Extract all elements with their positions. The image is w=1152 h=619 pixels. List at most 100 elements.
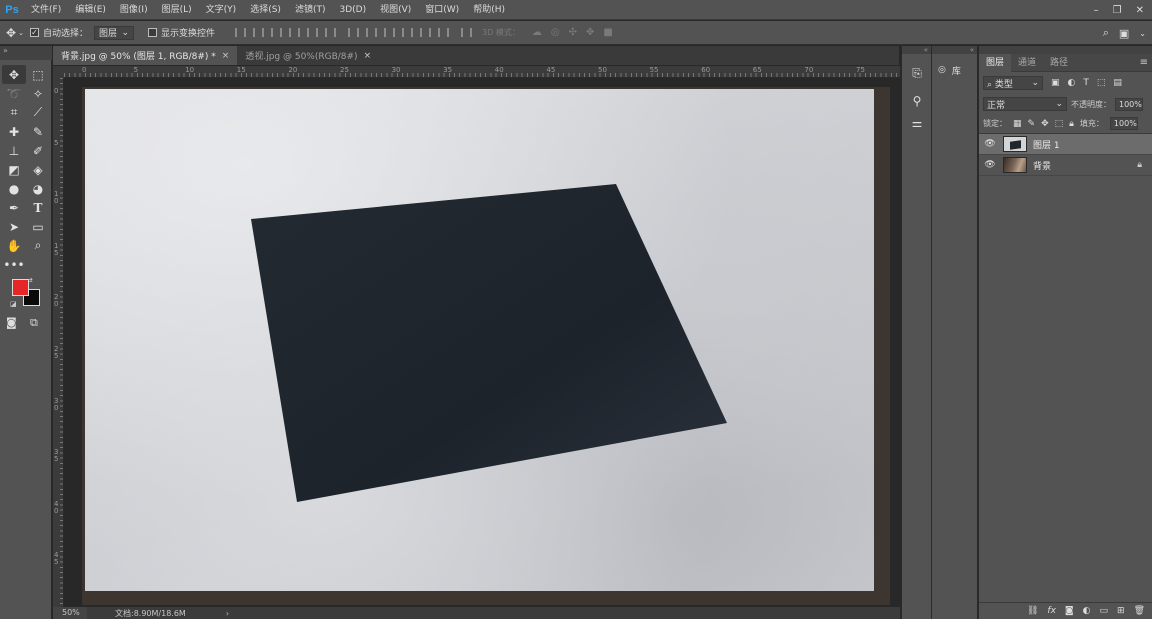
marquee-tool-icon[interactable]: ⬚ (26, 65, 50, 84)
lock-image-icon[interactable]: ✎ (1028, 119, 1036, 129)
magic-wand-icon[interactable]: ✧ (26, 84, 50, 103)
search-icon[interactable]: ⌕ (1103, 26, 1109, 40)
pen-tool-icon[interactable]: ✒ (2, 198, 26, 217)
vertical-ruler[interactable]: 0 5 1 0 1 5 2 0 2 5 3 0 3 5 4 0 4 5 (53, 78, 64, 608)
tab-paths[interactable]: 路径 (1043, 54, 1075, 72)
move-tool-icon[interactable]: ✥ (2, 65, 26, 84)
slide-3d-icon[interactable]: ✥ (586, 27, 594, 38)
align-left-icon[interactable] (287, 27, 301, 38)
horizontal-ruler[interactable]: 0 5 10 15 20 25 30 35 40 45 50 55 60 65 70 75 (64, 66, 900, 78)
filter-shape-icon[interactable]: ⬚ (1097, 78, 1106, 88)
new-layer-icon[interactable]: ⊞ (1117, 606, 1125, 616)
delete-layer-icon[interactable]: 🗑︎ (1134, 606, 1145, 616)
auto-align-layers-icon[interactable] (459, 27, 473, 38)
history-panel-icon[interactable]: ⎘ (902, 62, 932, 84)
layer-name[interactable]: 背景 (1033, 159, 1051, 172)
menu-window[interactable]: 窗口(W) (418, 0, 466, 20)
healing-brush-icon[interactable]: ✚ (2, 122, 26, 141)
crop-tool-icon[interactable]: ⌗ (2, 103, 26, 122)
quick-mask-icon[interactable]: ◙ (6, 316, 17, 329)
auto-select-target-dropdown[interactable]: 图层 ⌄ (94, 25, 135, 40)
link-layers-icon[interactable]: ⛓ (1027, 606, 1038, 616)
visibility-eye-icon[interactable]: 👁︎ (979, 139, 1001, 149)
shape-tool-icon[interactable]: ▭ (26, 217, 50, 236)
library-button[interactable]: ◎ 库 (932, 62, 977, 78)
align-hcenter-icon[interactable] (305, 27, 319, 38)
filter-type-icon[interactable]: T (1083, 78, 1089, 88)
lock-all-icon[interactable]: 🔒︎ (1069, 119, 1074, 129)
move-tool-preset-icon[interactable]: ✥ ⌄ (0, 21, 30, 45)
show-transform-checkbox[interactable] (148, 28, 158, 37)
distribute-left-icon[interactable] (400, 27, 414, 38)
dodge-tool-icon[interactable]: ◕ (26, 179, 50, 198)
visibility-eye-icon[interactable]: 👁︎ (979, 160, 1001, 170)
tab-background-doc[interactable]: 背景.jpg @ 50% (图层 1, RGB/8#) * × (53, 46, 238, 65)
zoom-tool-icon[interactable]: ⌕ (26, 236, 50, 255)
toolbar-grip[interactable]: » (0, 46, 52, 60)
minimize-button[interactable]: – (1094, 5, 1099, 16)
blur-tool-icon[interactable]: ● (2, 179, 26, 198)
distribute-vcenter-icon[interactable] (364, 27, 378, 38)
chevron-down-icon[interactable]: ⌄ (1139, 29, 1146, 38)
new-group-icon[interactable]: ▭ (1100, 606, 1109, 616)
menu-select[interactable]: 选择(S) (243, 0, 288, 20)
distribute-right-icon[interactable] (436, 27, 450, 38)
distribute-hcenter-icon[interactable] (418, 27, 432, 38)
layer-filter-dropdown[interactable]: ⌕ 类型 ⌄ (983, 76, 1043, 90)
path-selection-icon[interactable]: ➤ (2, 217, 26, 236)
tab-layers[interactable]: 图层 (979, 53, 1012, 72)
layer-row-layer1[interactable]: 👁︎ 图层 1 (979, 134, 1152, 155)
brush-tool-icon[interactable]: ✎ (26, 122, 50, 141)
auto-select-option[interactable]: ✓ 自动选择： (30, 26, 88, 39)
add-mask-icon[interactable]: ◙ (1065, 606, 1074, 616)
pan-3d-icon[interactable]: ✣ (569, 27, 577, 38)
auto-select-checkbox[interactable]: ✓ (30, 28, 39, 37)
document-canvas[interactable] (85, 89, 874, 591)
menu-type[interactable]: 文字(Y) (199, 0, 244, 20)
tab-channels[interactable]: 通道 (1011, 54, 1043, 72)
workspace-icon[interactable]: ▣ (1119, 27, 1129, 40)
close-icon[interactable]: × (364, 51, 372, 61)
panel-grip[interactable]: « (932, 46, 977, 54)
type-tool-icon[interactable]: T (26, 198, 50, 217)
lock-position-icon[interactable]: ✥ (1041, 119, 1049, 129)
close-icon[interactable]: × (222, 51, 230, 61)
paint-bucket-icon[interactable]: ◈ (26, 160, 50, 179)
lock-artboard-icon[interactable]: ⬚ (1055, 119, 1064, 129)
lock-transparent-icon[interactable]: ▦ (1013, 119, 1022, 129)
menu-edit[interactable]: 编辑(E) (68, 0, 113, 20)
lasso-tool-icon[interactable]: ➰ (2, 84, 26, 103)
scale-3d-icon[interactable]: ■ (603, 27, 612, 38)
roll-3d-icon[interactable]: ◎ (551, 27, 560, 38)
orbit-3d-icon[interactable]: ☁ (532, 27, 542, 38)
foreground-color-swatch[interactable] (12, 279, 29, 296)
distribute-bottom-icon[interactable] (382, 27, 396, 38)
zoom-level[interactable]: 50% (53, 607, 87, 619)
fill-field[interactable]: 100% (1109, 117, 1138, 130)
layer-style-icon[interactable]: fx (1047, 606, 1056, 616)
screen-mode-icon[interactable]: ⧉ (30, 316, 38, 330)
menu-layer[interactable]: 图层(L) (155, 0, 199, 20)
menu-view[interactable]: 视图(V) (373, 0, 418, 20)
filter-adjustment-icon[interactable]: ◐ (1068, 78, 1076, 88)
align-bottom-icon[interactable] (269, 27, 283, 38)
menu-image[interactable]: 图像(I) (113, 0, 155, 20)
close-window-button[interactable]: ✕ (1136, 5, 1144, 16)
restore-button[interactable]: ❐ (1113, 5, 1122, 16)
align-top-icon[interactable] (233, 27, 247, 38)
clone-stamp-icon[interactable]: ⊥ (2, 141, 26, 160)
history-brush-icon[interactable]: ✐ (26, 141, 50, 160)
eyedropper-icon[interactable]: ⟋ (26, 103, 50, 122)
brush-settings-icon[interactable]: ⚲ (902, 90, 932, 112)
hand-tool-icon[interactable]: ✋ (2, 236, 26, 255)
canvas-area[interactable] (65, 79, 900, 607)
new-adjustment-icon[interactable]: ◐ (1083, 606, 1091, 616)
more-tools-icon[interactable]: ••• (2, 255, 26, 274)
blend-mode-dropdown[interactable]: 正常 ⌄ (983, 97, 1067, 111)
menu-file[interactable]: 文件(F) (24, 0, 68, 20)
align-right-icon[interactable] (323, 27, 337, 38)
menu-3d[interactable]: 3D(D) (332, 0, 373, 20)
layer-name[interactable]: 图层 1 (1033, 138, 1060, 151)
status-menu-arrow[interactable]: › (226, 609, 229, 618)
opacity-field[interactable]: 100% (1115, 97, 1143, 111)
